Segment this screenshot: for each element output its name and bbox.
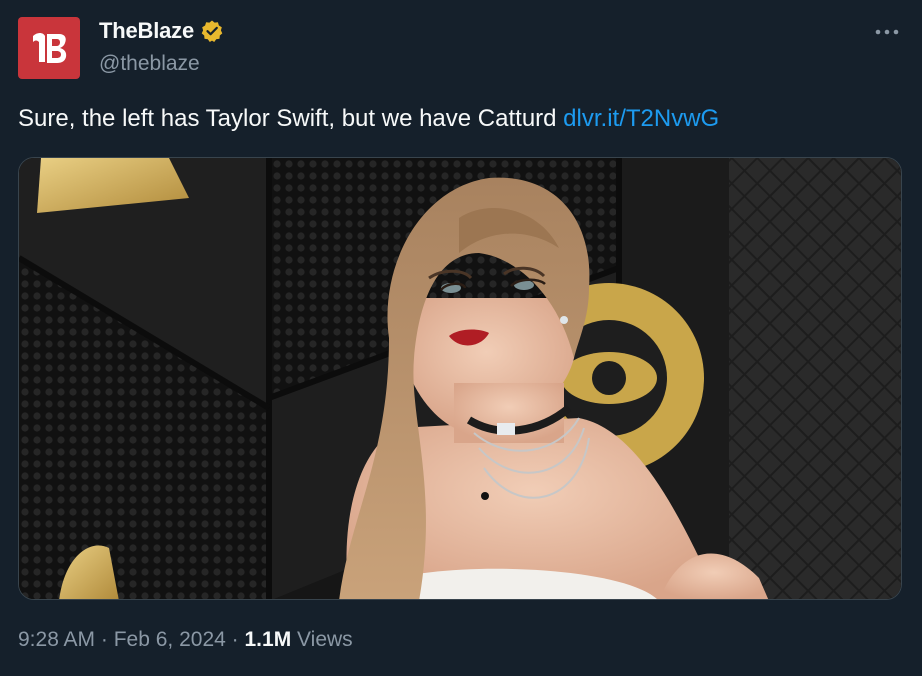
tweet-link[interactable]: dlvr.it/T2NvwG — [563, 105, 719, 132]
author-name-row[interactable]: TheBlaze — [99, 18, 224, 44]
tweet-date[interactable]: Feb 6, 2024 — [114, 628, 226, 651]
more-options-button[interactable] — [872, 20, 902, 44]
more-icon — [875, 29, 899, 35]
views-label: Views — [291, 628, 353, 651]
blaze-logo-icon — [33, 33, 67, 63]
tweet-media-photo[interactable] — [18, 157, 902, 600]
meta-separator: · — [225, 628, 245, 651]
views-count: 1.1M — [244, 628, 292, 651]
tweet-meta: 9:28 AM · Feb 6, 2024 · 1.1M Views — [18, 628, 353, 652]
author-handle[interactable]: @theblaze — [99, 52, 200, 76]
meta-separator: · — [95, 628, 114, 651]
tweet-body: Sure, the left has Taylor Swift, but we … — [18, 105, 564, 132]
tweet-time[interactable]: 9:28 AM — [18, 628, 95, 651]
photo-image — [19, 158, 901, 599]
verified-badge-icon — [201, 20, 223, 42]
author-display-name[interactable]: TheBlaze — [99, 18, 194, 44]
avatar[interactable] — [18, 17, 80, 79]
tweet-text: Sure, the left has Taylor Swift, but we … — [18, 105, 719, 133]
